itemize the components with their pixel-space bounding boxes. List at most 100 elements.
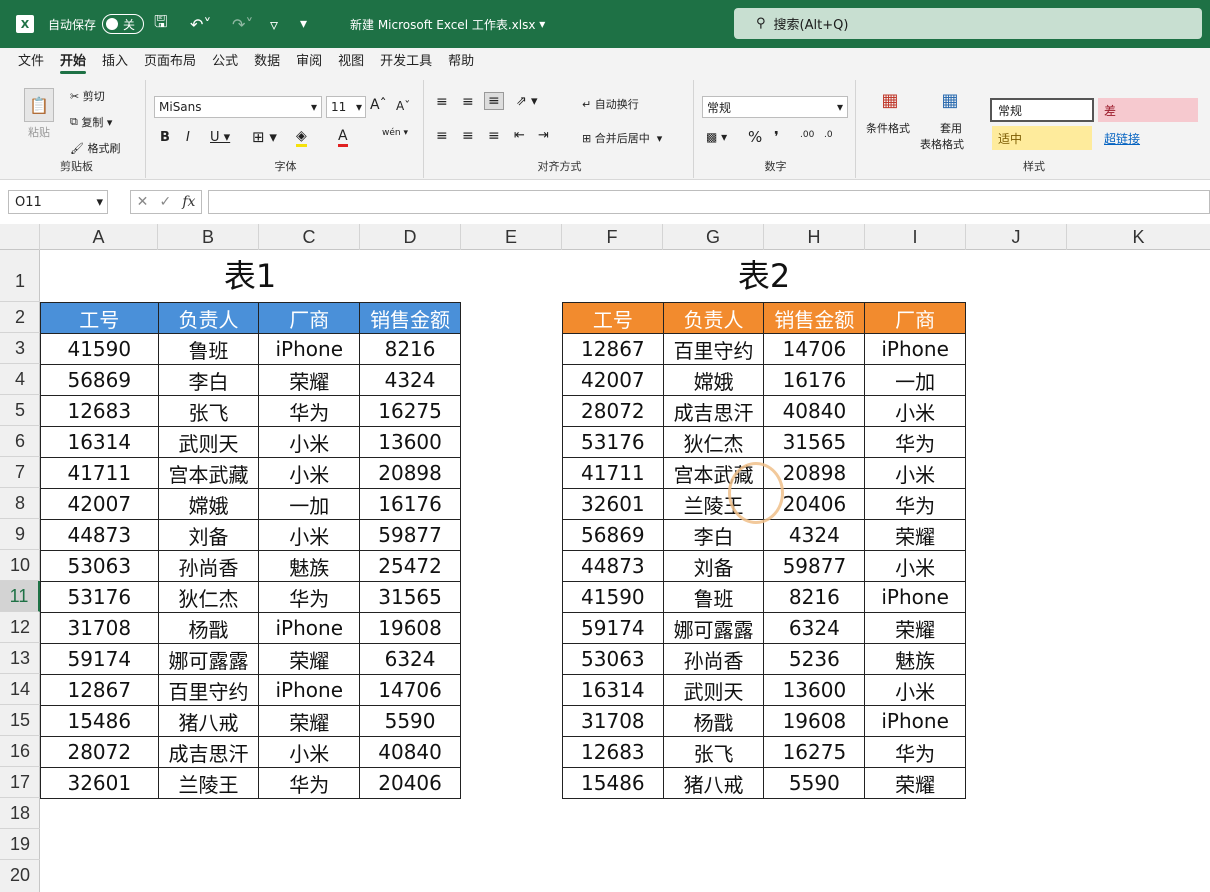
table1-cell[interactable]: 31565 [360, 582, 461, 613]
table2-cell[interactable]: 荣耀 [865, 768, 966, 799]
table2-cell[interactable]: 31708 [563, 706, 664, 737]
conditional-format-button[interactable]: 条件格式 [866, 120, 910, 136]
align-center-icon[interactable]: ≡ [462, 128, 474, 144]
table1-cell[interactable]: 狄仁杰 [158, 582, 259, 613]
table1-cell[interactable]: 12683 [41, 396, 159, 427]
table2-cell[interactable]: 武则天 [663, 675, 764, 706]
table1-cell[interactable]: 鲁班 [158, 334, 259, 365]
table1-cell[interactable]: 16176 [360, 489, 461, 520]
table2-cell[interactable]: 56869 [563, 520, 664, 551]
table1-cell[interactable]: 12867 [41, 675, 159, 706]
insert-function-icon[interactable]: fx [182, 194, 195, 210]
increase-decimal-icon[interactable]: .00 [800, 130, 814, 140]
table2-cell[interactable]: 53176 [563, 427, 664, 458]
table1-cell[interactable]: 41711 [41, 458, 159, 489]
table1-cell[interactable]: 刘备 [158, 520, 259, 551]
table1-cell[interactable]: 44873 [41, 520, 159, 551]
table1-cell[interactable]: 一加 [259, 489, 360, 520]
format-as-table-icon[interactable]: ▦ [936, 88, 964, 112]
table1-cell[interactable]: 5590 [360, 706, 461, 737]
paste-icon[interactable]: 📋 [24, 88, 54, 122]
table1-cell[interactable]: 兰陵王 [158, 768, 259, 799]
table2-header-cell[interactable]: 厂商 [865, 303, 966, 334]
row-header[interactable]: 9 [0, 519, 40, 550]
table2-cell[interactable]: 张飞 [663, 737, 764, 768]
font-color-icon[interactable]: A [338, 128, 348, 147]
table2-cell[interactable]: 小米 [865, 675, 966, 706]
tab-home[interactable]: 开始 [52, 48, 94, 76]
table2-cell[interactable]: 41590 [563, 582, 664, 613]
column-header-j[interactable]: J [966, 224, 1067, 250]
table1-cell[interactable]: 华为 [259, 582, 360, 613]
table1-cell[interactable]: 16314 [41, 427, 159, 458]
cut-button[interactable]: ✂ 剪切 [70, 88, 105, 104]
decrease-indent-icon[interactable]: ⇤ [514, 128, 525, 143]
tab-formulas[interactable]: 公式 [204, 48, 246, 76]
table1-cell[interactable]: 41590 [41, 334, 159, 365]
table2-cell[interactable]: 小米 [865, 458, 966, 489]
undo-icon[interactable]: ↶˅ [190, 12, 211, 36]
number-format-select[interactable]: 常规▾ [702, 96, 848, 118]
table2-cell[interactable]: 16275 [764, 737, 865, 768]
align-middle-icon[interactable]: ≡ [462, 94, 474, 110]
column-header-k[interactable]: K [1067, 224, 1210, 250]
table1-cell[interactable]: 6324 [360, 644, 461, 675]
table1-cell[interactable]: 宫本武藏 [158, 458, 259, 489]
table2-title[interactable]: 表2 [562, 254, 966, 298]
table1-header-cell[interactable]: 厂商 [259, 303, 360, 334]
table1-cell[interactable]: 28072 [41, 737, 159, 768]
table1-cell[interactable]: 31708 [41, 613, 159, 644]
table2-cell[interactable]: 魅族 [865, 644, 966, 675]
table1-cell[interactable]: 张飞 [158, 396, 259, 427]
table2-cell[interactable]: 李白 [663, 520, 764, 551]
search-box[interactable]: ⚲ 搜索(Alt+Q) [734, 8, 1202, 39]
table2-cell[interactable]: 5590 [764, 768, 865, 799]
format-painter-button[interactable]: 🖌 格式刷 [70, 140, 120, 156]
tab-view[interactable]: 视图 [330, 48, 372, 76]
percent-icon[interactable]: % [748, 128, 762, 146]
table2-cell[interactable]: 小米 [865, 551, 966, 582]
table1-cell[interactable]: 56869 [41, 365, 159, 396]
table1-title[interactable]: 表1 [40, 254, 460, 298]
border-icon[interactable]: ⊞ ▾ [252, 128, 277, 146]
table1-cell[interactable]: 32601 [41, 768, 159, 799]
table1-cell[interactable]: 魅族 [259, 551, 360, 582]
table2-cell[interactable]: 华为 [865, 737, 966, 768]
column-header-c[interactable]: C [259, 224, 360, 250]
table1-cell[interactable]: 李白 [158, 365, 259, 396]
row-header[interactable]: 7 [0, 457, 40, 488]
format-as-table-label-2[interactable]: 表格格式 [920, 136, 964, 152]
column-header-b[interactable]: B [158, 224, 259, 250]
currency-icon[interactable]: ▩ ▾ [706, 130, 727, 144]
autosave-toggle[interactable]: 关 [96, 12, 144, 36]
table2-cell[interactable]: 孙尚香 [663, 644, 764, 675]
table1-cell[interactable]: 53176 [41, 582, 159, 613]
tab-file[interactable]: 文件 [10, 48, 52, 76]
fill-color-icon[interactable]: ◈ [296, 128, 307, 147]
table1-cell[interactable]: 嫦娥 [158, 489, 259, 520]
column-header-g[interactable]: G [663, 224, 764, 250]
file-name[interactable]: 新建 Microsoft Excel 工作表.xlsx ▾ [350, 12, 545, 36]
conditional-format-icon[interactable]: ▦ [876, 88, 904, 112]
customize-qat-icon[interactable]: ▾ [300, 12, 307, 36]
table1-cell[interactable]: 53063 [41, 551, 159, 582]
table2-cell[interactable]: 5236 [764, 644, 865, 675]
row-header-active[interactable]: 11 [0, 581, 40, 612]
cancel-icon[interactable]: ✕ [137, 194, 149, 210]
table1-cell[interactable]: 华为 [259, 396, 360, 427]
table2-cell[interactable]: 华为 [865, 489, 966, 520]
table2-cell[interactable]: 14706 [764, 334, 865, 365]
table2-cell[interactable]: 杨戬 [663, 706, 764, 737]
tab-help[interactable]: 帮助 [440, 48, 482, 76]
column-header-i[interactable]: I [865, 224, 966, 250]
table1-cell[interactable]: 14706 [360, 675, 461, 706]
table2-cell[interactable]: 一加 [865, 365, 966, 396]
table2-cell[interactable]: 12867 [563, 334, 664, 365]
table2-cell[interactable]: 刘备 [663, 551, 764, 582]
table2-cell[interactable]: 13600 [764, 675, 865, 706]
table2-cell[interactable]: 16314 [563, 675, 664, 706]
increase-font-icon[interactable]: Aˆ [370, 97, 387, 113]
table1-cell[interactable]: 小米 [259, 520, 360, 551]
table1-cell[interactable]: iPhone [259, 334, 360, 365]
table2-cell[interactable]: 28072 [563, 396, 664, 427]
